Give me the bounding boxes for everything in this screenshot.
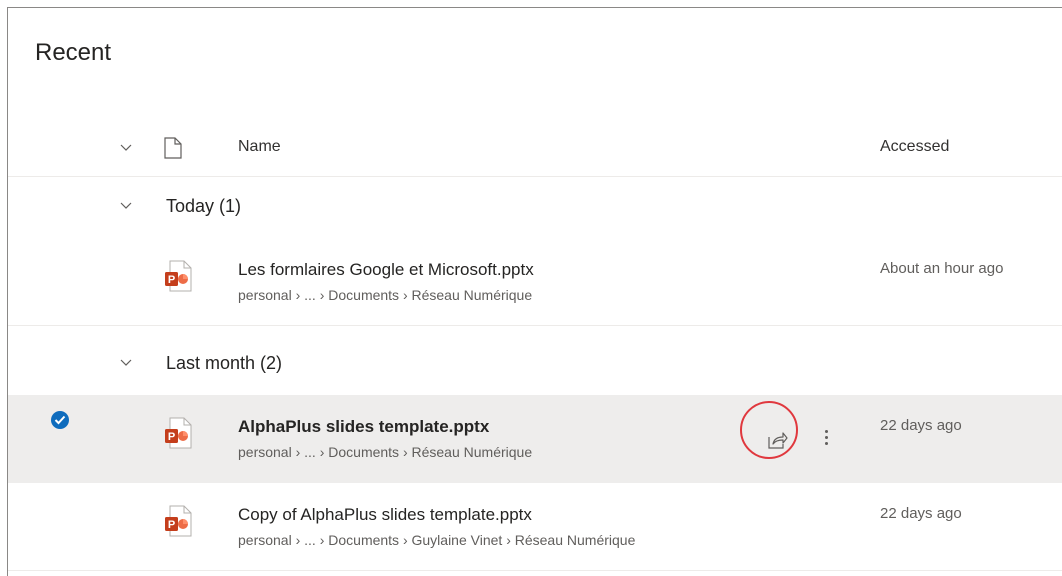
file-path: personal › ... › Documents › Réseau Numé… [238, 444, 533, 460]
file-name[interactable]: Copy of AlphaPlus slides template.pptx [238, 505, 532, 525]
accessed-time: About an hour ago [880, 260, 1004, 277]
powerpoint-icon: P [164, 417, 192, 454]
name-column-header[interactable]: Name [238, 138, 281, 156]
chevron-down-icon[interactable] [119, 355, 133, 369]
accessed-column-header[interactable]: Accessed [880, 138, 949, 156]
file-path: personal › ... › Documents › Guylaine Vi… [238, 532, 636, 548]
file-row-selected[interactable]: P AlphaPlus slides template.pptx persona… [8, 395, 1062, 483]
group-header-last-month[interactable]: Last month (2) [8, 333, 1062, 393]
collapse-all-chevron-down-icon[interactable] [119, 140, 133, 154]
page-title: Recent [35, 39, 112, 66]
more-options-icon[interactable] [820, 427, 832, 449]
svg-text:P: P [168, 519, 175, 531]
powerpoint-icon: P [164, 505, 192, 542]
accessed-time: 22 days ago [880, 505, 962, 522]
recent-files-panel: Recent Name Accessed Today (1) P Les for… [7, 7, 1062, 576]
share-icon[interactable] [768, 431, 788, 454]
svg-text:P: P [168, 274, 175, 286]
document-icon [163, 137, 183, 164]
group-header-today[interactable]: Today (1) [8, 176, 1062, 236]
file-name[interactable]: AlphaPlus slides template.pptx [238, 417, 489, 437]
file-row[interactable]: P Les formlaires Google et Microsoft.ppt… [8, 238, 1062, 326]
file-row[interactable]: P Copy of AlphaPlus slides template.pptx… [8, 483, 1062, 571]
svg-text:P: P [168, 431, 175, 443]
checkmark-icon[interactable] [51, 411, 69, 429]
powerpoint-icon: P [164, 260, 192, 297]
accessed-time: 22 days ago [880, 417, 962, 434]
chevron-down-icon[interactable] [119, 198, 133, 212]
file-path: personal › ... › Documents › Réseau Numé… [238, 287, 533, 303]
group-label: Last month (2) [166, 353, 283, 373]
column-header: Name Accessed [8, 116, 1062, 177]
group-label: Today (1) [166, 196, 242, 216]
file-name[interactable]: Les formlaires Google et Microsoft.pptx [238, 260, 534, 280]
